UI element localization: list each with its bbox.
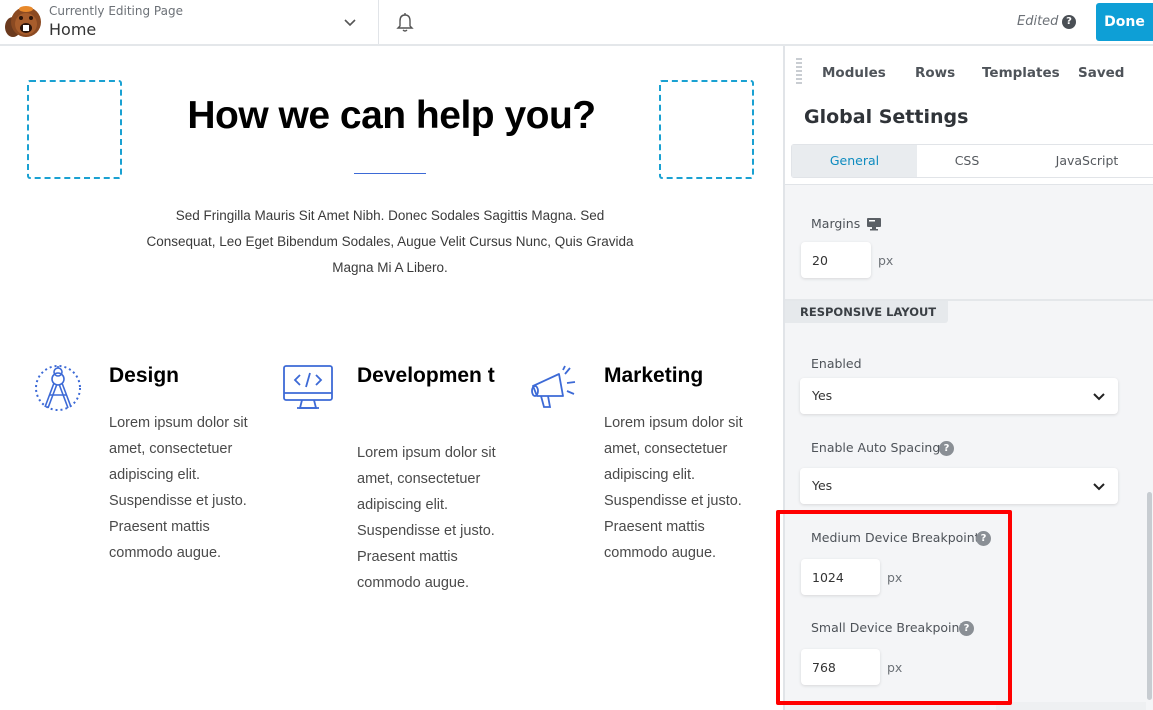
feature-body: Lorem ipsum dolor sit amet, consectetuer…	[604, 415, 743, 561]
tab-rows[interactable]: Rows	[915, 65, 955, 81]
desktop-device-icon[interactable]	[867, 218, 881, 231]
subtab-css[interactable]: CSS	[917, 145, 1017, 177]
feature-title: Developmen t	[357, 364, 495, 387]
section-heading[interactable]: How we can help you?	[0, 94, 783, 138]
section-header: RESPONSIVE LAYOUT	[785, 299, 1153, 323]
edit-status: Edited	[1017, 14, 1059, 29]
breakpoint-highlight-box	[776, 510, 1012, 705]
margins-input[interactable]	[801, 242, 871, 278]
auto-spacing-label: Enable Auto Spacing	[811, 440, 941, 455]
feature-body: Lorem ipsum dolor sit amet, consectetuer…	[109, 415, 248, 561]
intro-text[interactable]: Sed Fringilla Mauris Sit Amet Nibh. Done…	[140, 203, 640, 281]
enabled-value: Yes	[812, 388, 833, 403]
panel-scrollbar[interactable]	[1147, 492, 1152, 700]
tab-templates[interactable]: Templates	[982, 65, 1060, 81]
divider	[378, 0, 379, 44]
margins-unit: px	[878, 253, 894, 268]
tab-saved[interactable]: Saved	[1078, 65, 1124, 81]
subtab-general[interactable]: General	[792, 145, 917, 177]
chevron-down-icon	[1093, 483, 1105, 491]
margins-label: Margins	[811, 216, 861, 231]
done-button[interactable]: Done	[1096, 3, 1153, 41]
section-title: RESPONSIVE LAYOUT	[785, 301, 949, 323]
chevron-down-icon	[1093, 393, 1105, 401]
bell-icon[interactable]	[395, 12, 415, 34]
enabled-select[interactable]: Yes	[800, 378, 1118, 414]
page-canvas: How we can help you? Sed Fringilla Mauri…	[0, 46, 783, 710]
heading-separator	[354, 173, 426, 174]
chevron-down-icon[interactable]	[342, 14, 358, 30]
enabled-label: Enabled	[811, 356, 862, 371]
drag-handle-icon[interactable]	[796, 58, 802, 84]
beaver-logo-icon[interactable]	[3, 3, 43, 41]
monitor-code-icon	[283, 365, 333, 409]
bottom-edge	[996, 702, 1146, 710]
panel-title: Global Settings	[804, 106, 969, 128]
feature-title: Design	[109, 364, 180, 387]
tab-modules[interactable]: Modules	[822, 65, 886, 81]
auto-spacing-select[interactable]: Yes	[800, 468, 1118, 504]
help-icon[interactable]: ?	[939, 441, 954, 456]
subtab-javascript[interactable]: JavaScript	[1017, 145, 1153, 177]
page-subtitle: Currently Editing Page	[49, 4, 183, 18]
help-icon[interactable]: ?	[1062, 15, 1076, 29]
auto-spacing-value: Yes	[812, 478, 833, 493]
feature-body: Lorem ipsum dolor sit amet, consectetuer…	[357, 445, 496, 591]
feature-title: Marketing	[604, 364, 704, 387]
compass-icon	[35, 365, 81, 411]
page-name[interactable]: Home	[49, 20, 96, 39]
top-bar: Currently Editing Page Home Edited ? Don…	[0, 0, 1153, 46]
megaphone-icon	[531, 365, 576, 408]
settings-subtabs: General CSS JavaScript	[791, 144, 1153, 178]
